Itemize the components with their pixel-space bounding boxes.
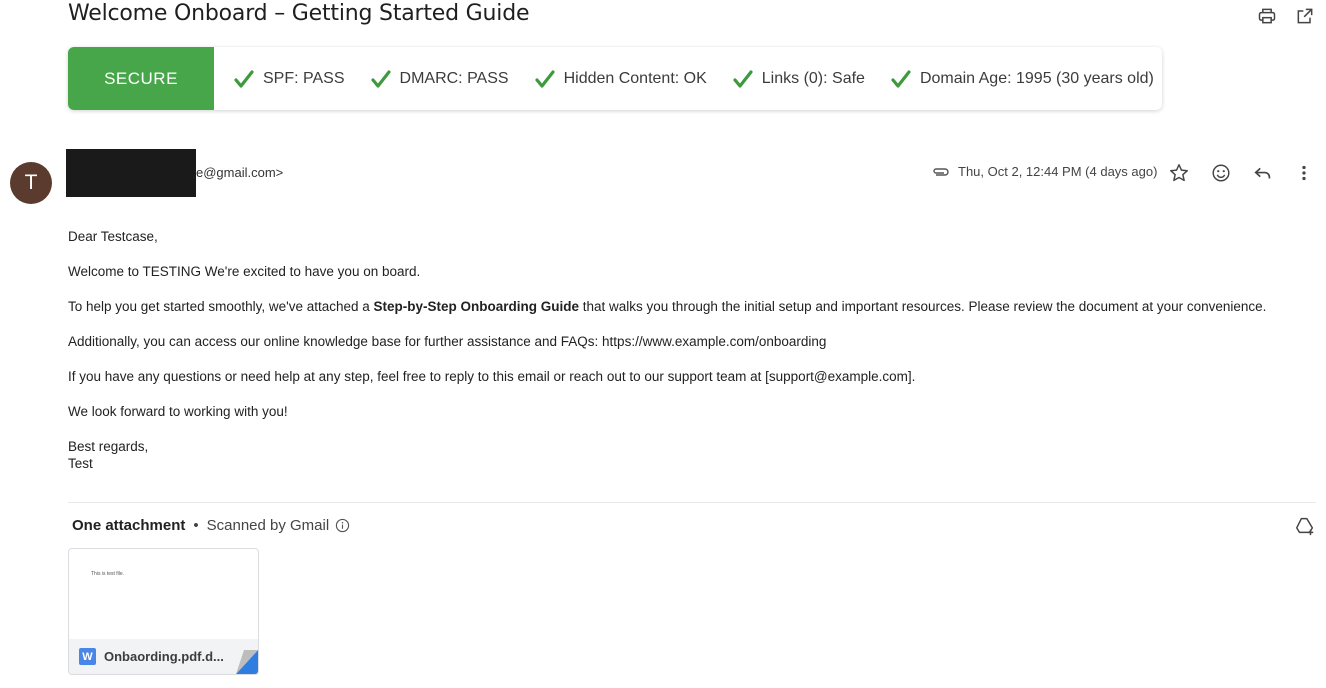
security-check-label: Domain Age: 1995 (30 years old) xyxy=(919,69,1154,87)
checkmark-icon xyxy=(733,69,753,88)
email-body: Dear Testcase, Welcome to TESTING We're … xyxy=(68,228,1318,490)
secure-badge: SECURE xyxy=(68,47,214,110)
body-paragraph: To help you get started smoothly, we've … xyxy=(68,298,1318,315)
body-paragraph: We look forward to working with you! xyxy=(68,404,288,419)
greeting: Dear Testcase, xyxy=(68,229,158,244)
checkmark-icon xyxy=(534,69,555,88)
security-check: DMARC: PASS xyxy=(370,69,509,89)
divider xyxy=(68,502,1316,503)
preview-text: This is test file. xyxy=(91,571,125,577)
scanned-label: Scanned by Gmail xyxy=(206,517,330,534)
security-check: Links (0): Safe xyxy=(733,69,865,89)
sign-off: Best regards, xyxy=(68,439,149,454)
body-text: To help you get started smoothly, we've … xyxy=(68,299,374,314)
checkmark-icon xyxy=(234,69,254,88)
attachment-count: One attachment xyxy=(72,517,186,534)
security-checks: SPF: PASS DMARC: PASS Hidden Content: OK Li… xyxy=(234,69,1162,89)
open-in-new-window-icon[interactable] xyxy=(1295,6,1315,26)
security-check-label: DMARC: PASS xyxy=(399,69,509,87)
attachment-card[interactable]: This is test file. W Onbaording.pdf.d... xyxy=(68,548,259,675)
attachments-header: One attachment • Scanned by Gmail xyxy=(72,517,350,534)
word-doc-icon: W xyxy=(79,648,96,665)
security-check: SPF: PASS xyxy=(234,69,345,89)
page-fold-icon xyxy=(236,650,258,674)
sender-email: e@gmail.com> xyxy=(196,165,284,180)
body-paragraph: Welcome to TESTING We're excited to have… xyxy=(68,264,421,279)
guide-name: Step-by-Step Onboarding Guide xyxy=(373,299,580,314)
reply-icon[interactable] xyxy=(1252,162,1274,184)
checkmark-icon xyxy=(370,69,391,88)
security-banner: SECURE SPF: PASS DMARC: PASS Hidden Conten… xyxy=(68,47,1162,110)
emoji-reaction-icon[interactable] xyxy=(1210,162,1232,184)
email-date: Thu, Oct 2, 12:44 PM (4 days ago) xyxy=(958,164,1158,179)
star-icon[interactable] xyxy=(1168,162,1190,184)
add-to-drive-icon[interactable] xyxy=(1294,515,1316,537)
avatar[interactable]: T xyxy=(10,162,52,204)
security-check-label: Links (0): Safe xyxy=(761,69,865,87)
email-meta: Thu, Oct 2, 12:44 PM (4 days ago) xyxy=(932,164,1157,179)
body-paragraph: If you have any questions or need help a… xyxy=(68,369,916,384)
security-check-label: Hidden Content: OK xyxy=(563,69,707,87)
signature: Test xyxy=(68,456,93,471)
info-icon[interactable] xyxy=(335,518,350,533)
redacted-sender-name xyxy=(66,149,196,197)
more-options-icon[interactable] xyxy=(1293,162,1315,184)
security-check-label: SPF: PASS xyxy=(263,69,345,87)
attachment-preview[interactable]: This is test file. xyxy=(69,549,258,639)
security-check: Domain Age: 1995 (30 years old) xyxy=(891,69,1154,89)
body-text: that walks you through the initial setup… xyxy=(579,299,1267,314)
print-icon[interactable] xyxy=(1257,6,1277,26)
separator: • xyxy=(193,517,199,534)
checkmark-icon xyxy=(891,69,911,88)
security-check: Hidden Content: OK xyxy=(534,69,707,89)
attachment-filename: Onbaording.pdf.d... xyxy=(104,649,224,664)
body-paragraph: Additionally, you can access our online … xyxy=(68,334,827,349)
email-subject: Welcome Onboard – Getting Started Guide xyxy=(68,1,530,26)
paperclip-icon xyxy=(933,167,949,176)
